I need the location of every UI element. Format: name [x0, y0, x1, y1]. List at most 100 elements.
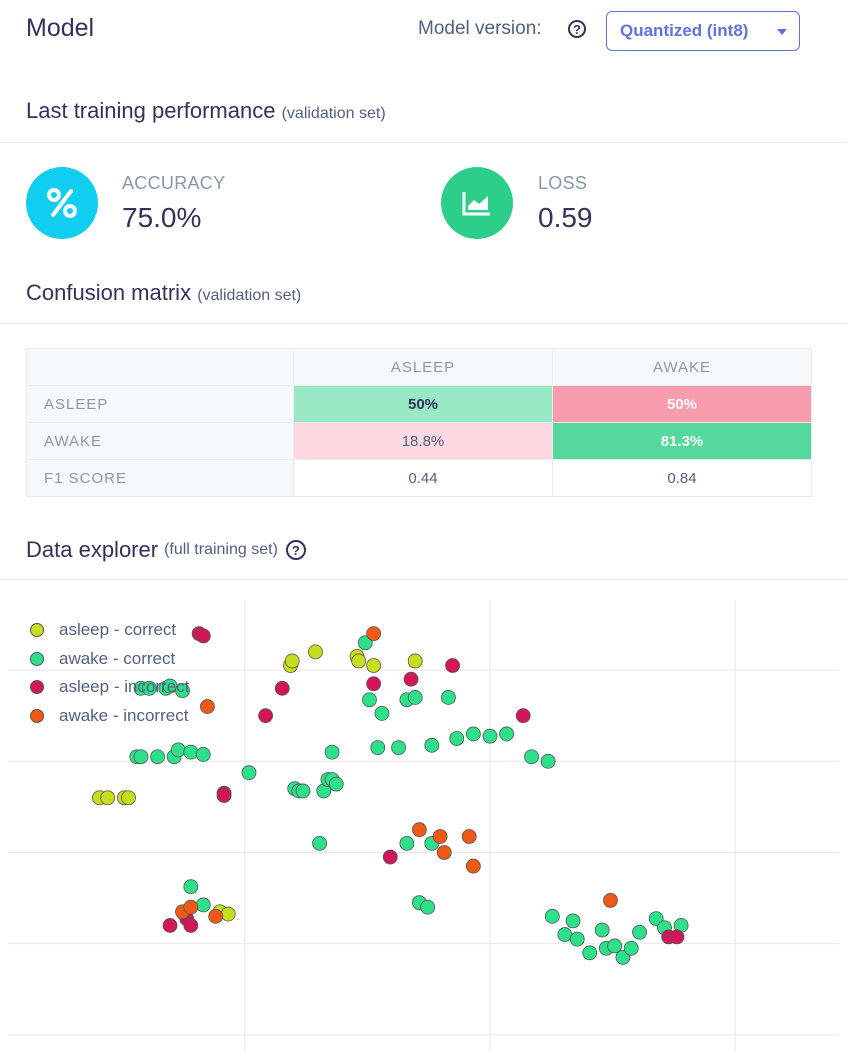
data-point[interactable] [424, 737, 440, 753]
loss-value: 0.59 [538, 202, 593, 233]
data-point[interactable] [195, 747, 211, 762]
data-point[interactable] [449, 731, 465, 746]
data-point[interactable] [544, 908, 560, 924]
data-point[interactable] [594, 922, 610, 938]
data-point[interactable] [565, 913, 581, 929]
data-point[interactable] [403, 671, 419, 687]
legend-label: awake - incorrect [59, 705, 189, 725]
cell-f1-awake: 0.84 [552, 459, 812, 497]
cell-awake-asleep: 18.8% [293, 422, 553, 460]
data-point[interactable] [370, 740, 386, 756]
confusion-section-title: Confusion matrix (validation set) [26, 280, 301, 306]
accuracy-value: 75.0% [122, 202, 202, 233]
legend-item[interactable]: asleep - correct [30, 616, 189, 645]
data-point[interactable] [183, 879, 199, 895]
data-point[interactable] [632, 924, 647, 940]
data-point[interactable] [524, 749, 539, 765]
data-point[interactable] [121, 790, 136, 806]
legend-marker [30, 623, 44, 638]
data-point[interactable] [366, 658, 382, 673]
data-point[interactable] [391, 740, 406, 756]
help-icon[interactable]: ? [568, 20, 586, 38]
page-title: Model [26, 14, 95, 42]
model-version-dropdown[interactable]: Quantized (int8) [606, 11, 800, 51]
data-point[interactable] [195, 897, 211, 913]
data-point[interactable] [623, 940, 639, 956]
data-point[interactable] [295, 783, 311, 799]
chart-legend: asleep - correct awake - correct asleep - … [30, 616, 189, 730]
data-point[interactable] [465, 858, 481, 874]
data-point[interactable] [150, 749, 165, 765]
data-point[interactable] [328, 776, 344, 792]
data-point[interactable] [669, 929, 685, 945]
data-point[interactable] [407, 690, 423, 705]
data-point[interactable] [445, 658, 460, 673]
data-point[interactable] [436, 845, 452, 860]
data-point[interactable] [482, 728, 498, 744]
data-point[interactable] [195, 628, 211, 644]
legend-label: awake - correct [59, 648, 176, 668]
data-point[interactable] [432, 829, 448, 844]
data-point[interactable] [366, 626, 382, 641]
data-point[interactable] [441, 690, 456, 705]
data-point[interactable] [557, 927, 573, 942]
data-point[interactable] [274, 680, 290, 696]
accuracy-label: ACCURACY [122, 173, 226, 193]
data-point[interactable] [216, 788, 232, 803]
table-header-row: ASLEEP AWAKE [26, 348, 812, 386]
data-point[interactable] [183, 744, 199, 760]
data-point[interactable] [241, 765, 257, 781]
data-point[interactable] [569, 931, 585, 947]
data-point[interactable] [183, 899, 199, 915]
data-point[interactable] [461, 829, 477, 844]
data-point[interactable] [200, 699, 215, 714]
model-version-value: Quantized (int8) [620, 21, 749, 40]
data-point[interactable] [411, 822, 427, 838]
legend-label: asleep - correct [59, 620, 177, 640]
data-point[interactable] [162, 918, 178, 933]
data-point[interactable] [170, 742, 186, 758]
data-point[interactable] [308, 644, 323, 660]
data-point[interactable] [258, 708, 274, 724]
data-point[interactable] [540, 753, 556, 769]
table-row: ASLEEP 50% 50% [26, 385, 812, 423]
data-point[interactable] [465, 726, 481, 742]
legend-item[interactable]: asleep - incorrect [30, 673, 189, 702]
data-point[interactable] [603, 892, 618, 908]
table-row: AWAKE 18.8% 81.3% [26, 422, 812, 460]
data-point[interactable] [183, 918, 199, 933]
data-point[interactable] [208, 908, 224, 924]
data-point[interactable] [133, 749, 149, 765]
data-point[interactable] [312, 835, 328, 851]
data-point[interactable] [407, 653, 423, 669]
data-point[interactable] [420, 899, 436, 915]
legend-marker [30, 680, 44, 695]
legend-item[interactable]: awake - correct [30, 645, 189, 674]
divider [0, 142, 847, 143]
accuracy-icon-circle [26, 167, 98, 239]
data-point[interactable] [220, 906, 236, 922]
help-icon[interactable]: ? [285, 540, 306, 560]
column-header-asleep: ASLEEP [293, 348, 553, 386]
row-header-asleep: ASLEEP [26, 385, 294, 423]
confusion-matrix-table: ASLEEP AWAKE ASLEEP 50% 50% AWAKE 18.8% … [26, 348, 812, 497]
data-point[interactable] [100, 790, 116, 806]
data-point[interactable] [362, 692, 377, 708]
data-point[interactable] [382, 849, 398, 865]
data-point[interactable] [351, 653, 367, 669]
divider [0, 323, 847, 324]
data-point[interactable] [374, 705, 390, 721]
data-point[interactable] [324, 744, 340, 760]
cell-f1-asleep: 0.44 [293, 459, 553, 497]
cell-awake-awake: 81.3% [552, 422, 812, 460]
data-point[interactable] [366, 676, 382, 692]
row-header-f1-score: F1 SCORE [26, 459, 294, 497]
loss-icon-circle [441, 167, 513, 239]
legend-item[interactable]: awake - incorrect [30, 702, 189, 731]
data-point[interactable] [582, 945, 598, 961]
legend-marker [30, 708, 44, 723]
data-point[interactable] [399, 835, 415, 851]
data-point[interactable] [515, 708, 531, 724]
data-point[interactable] [499, 726, 515, 742]
data-point[interactable] [284, 653, 300, 669]
